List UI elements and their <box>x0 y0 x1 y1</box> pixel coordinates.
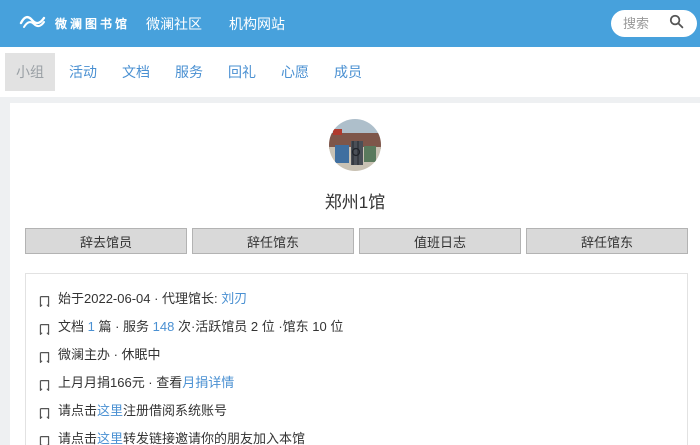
library-title: 郑州1馆 <box>10 188 700 213</box>
library-info-panel: 始于2022-06-04 · 代理馆长: 刘刃 文档 1 篇 · 服务 148 … <box>25 273 688 445</box>
top-header: 微澜图书馆 微澜社区 机构网站 <box>0 0 700 47</box>
bookmark-icon <box>38 320 51 343</box>
info-text: 微澜主办 · 休眠中 <box>58 343 161 366</box>
bookmark-icon <box>38 292 51 315</box>
info-text: 始于2022-06-04 · 代理馆长: 刘刃 <box>58 287 247 310</box>
inline-link[interactable]: 这里 <box>97 403 123 418</box>
inline-link[interactable]: 月捐详情 <box>182 375 234 390</box>
bookmark-icon <box>38 376 51 399</box>
inline-link[interactable]: 刘刃 <box>221 291 247 306</box>
info-row-register: 请点击这里注册借阅系统账号 <box>38 399 675 427</box>
text-segment: 始于2022-06-04 · 代理馆长: <box>58 291 221 306</box>
logo-text: 微澜图书馆 <box>55 15 130 32</box>
bookmark-icon <box>38 432 51 445</box>
info-row-donation: 上月月捐166元 · 查看月捐详情 <box>38 371 675 399</box>
text-segment: 篇 · 服务 <box>95 319 153 334</box>
tab-groups[interactable]: 小组 <box>5 53 55 91</box>
inline-link[interactable]: 148 <box>153 319 175 334</box>
tab-documents[interactable]: 文档 <box>111 53 161 91</box>
search-input[interactable] <box>623 16 669 31</box>
text-segment: 转发链接邀请你的朋友加入本馆 <box>123 431 305 445</box>
info-text: 请点击这里注册借阅系统账号 <box>58 399 227 422</box>
nav-org-site-link[interactable]: 机构网站 <box>229 14 285 34</box>
library-avatar[interactable] <box>329 119 381 171</box>
search-icon[interactable] <box>669 14 684 34</box>
wave-logo-icon <box>18 11 48 36</box>
text-segment: 文档 <box>58 319 88 334</box>
search-box[interactable] <box>611 10 697 37</box>
info-text: 文档 1 篇 · 服务 148 次·活跃馆员 2 位 ·馆东 10 位 <box>58 315 343 338</box>
text-segment: 注册借阅系统账号 <box>123 403 227 418</box>
resign-owner-button-2[interactable]: 辞任馆东 <box>526 228 688 254</box>
resign-owner-button[interactable]: 辞任馆东 <box>192 228 354 254</box>
page-background: 郑州1馆 辞去馆员 辞任馆东 值班日志 辞任馆东 始于2022-06-04 · … <box>0 97 700 445</box>
info-text: 上月月捐166元 · 查看月捐详情 <box>58 371 234 394</box>
info-row-invite: 请点击这里转发链接邀请你的朋友加入本馆 <box>38 427 675 445</box>
bookmark-icon <box>38 404 51 427</box>
info-row-stats: 文档 1 篇 · 服务 148 次·活跃馆员 2 位 ·馆东 10 位 <box>38 315 675 343</box>
tab-services[interactable]: 服务 <box>164 53 214 91</box>
info-row-founded: 始于2022-06-04 · 代理馆长: 刘刃 <box>38 287 675 315</box>
section-tabbar: 小组 活动 文档 服务 回礼 心愿 成员 <box>0 47 700 97</box>
text-segment: 请点击 <box>58 431 97 445</box>
text-segment: 上月月捐166元 · 查看 <box>58 375 182 390</box>
action-button-row: 辞去馆员 辞任馆东 值班日志 辞任馆东 <box>10 228 700 254</box>
tab-wishes[interactable]: 心愿 <box>270 53 320 91</box>
site-logo[interactable]: 微澜图书馆 <box>18 11 130 36</box>
text-segment: 请点击 <box>58 403 97 418</box>
library-profile-card: 郑州1馆 辞去馆员 辞任馆东 值班日志 辞任馆东 始于2022-06-04 · … <box>10 103 700 445</box>
inline-link[interactable]: 这里 <box>97 431 123 445</box>
duty-log-button[interactable]: 值班日志 <box>359 228 521 254</box>
inline-link[interactable]: 1 <box>88 319 95 334</box>
text-segment: 次·活跃馆员 2 位 ·馆东 10 位 <box>174 319 343 334</box>
tab-members[interactable]: 成员 <box>323 53 373 91</box>
resign-librarian-button[interactable]: 辞去馆员 <box>25 228 187 254</box>
text-segment: 微澜主办 · 休眠中 <box>58 347 161 362</box>
tab-gifts[interactable]: 回礼 <box>217 53 267 91</box>
info-text: 请点击这里转发链接邀请你的朋友加入本馆 <box>58 427 305 445</box>
bookmark-icon <box>38 348 51 371</box>
tab-activities[interactable]: 活动 <box>58 53 108 91</box>
nav-community-link[interactable]: 微澜社区 <box>146 14 202 34</box>
info-row-status: 微澜主办 · 休眠中 <box>38 343 675 371</box>
